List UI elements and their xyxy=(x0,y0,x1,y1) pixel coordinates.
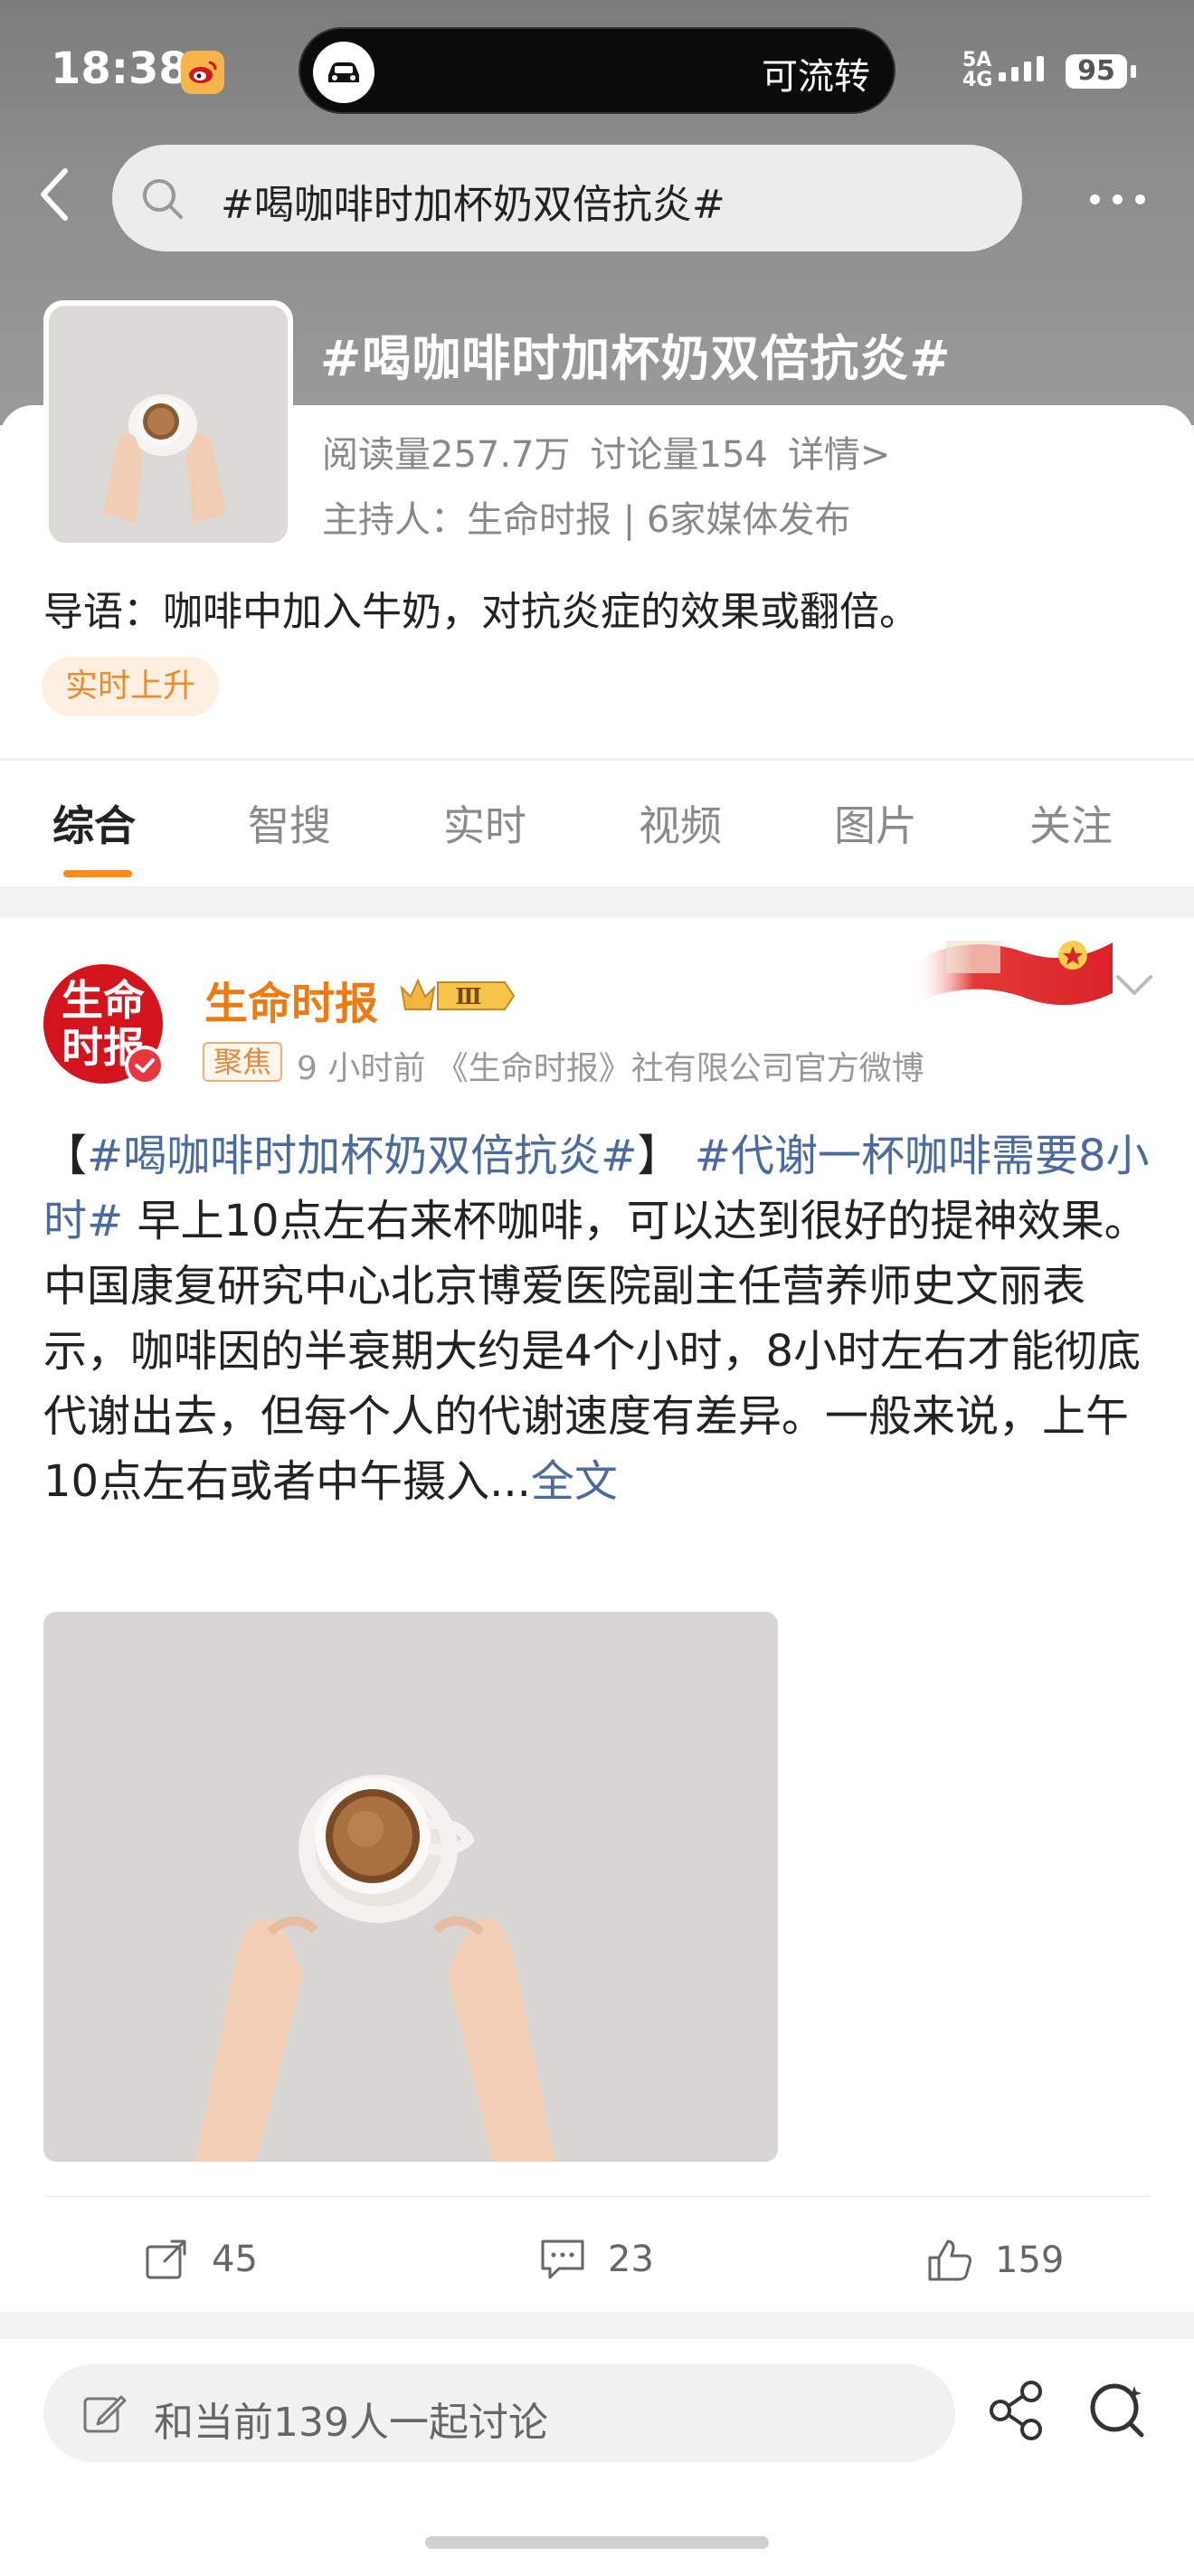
author-name[interactable]: 生命时报 xyxy=(204,968,378,1031)
search-input[interactable]: #喝咖啡时加杯奶双倍抗炎# xyxy=(221,172,725,230)
action-divider xyxy=(43,2196,1151,2197)
tab-realtime[interactable]: 实时 xyxy=(443,793,526,853)
signal-icon xyxy=(999,56,1044,81)
search-bar[interactable]: #喝咖啡时加杯奶双倍抗炎# xyxy=(112,145,1022,251)
topic-stats: 阅读量257.7万 讨论量154 详情> xyxy=(322,425,910,478)
repost-count: 45 xyxy=(212,2239,258,2280)
topic-guide: 导语：咖啡中加入牛奶，对抗炎症的效果或翻倍。 xyxy=(43,589,919,635)
details-link[interactable]: 详情> xyxy=(788,434,891,476)
verified-icon xyxy=(125,1046,165,1085)
search-icon xyxy=(143,179,183,219)
tab-pictures[interactable]: 图片 xyxy=(834,793,917,853)
super-search-icon[interactable] xyxy=(1085,2379,1149,2442)
full-text-link[interactable]: 全文 xyxy=(531,1456,618,1507)
bottom-bar: 和当前139人一起讨论 xyxy=(0,2339,1194,2576)
thumbs-up-icon xyxy=(928,2240,971,2281)
bracket-open: 【 xyxy=(43,1131,88,1181)
dynamic-island[interactable]: 可流转 xyxy=(298,27,896,114)
post-text: 【#喝咖啡时加杯奶双倍抗炎#】 #代谢一杯咖啡需要8小时# 早上10点左右来杯咖… xyxy=(43,1123,1156,1514)
member-crown-icon[interactable]: Ⅲ xyxy=(398,973,516,1018)
discuss-placeholder: 和当前139人一起讨论 xyxy=(154,2400,548,2446)
network-label: 5A 4G xyxy=(962,49,993,91)
bracket-close: 】 xyxy=(637,1131,681,1181)
like-count: 159 xyxy=(995,2240,1065,2281)
weibo-notification-icon xyxy=(181,51,224,94)
tab-following[interactable]: 关注 xyxy=(1029,793,1113,853)
active-tab-indicator xyxy=(63,870,132,877)
comment-icon xyxy=(541,2240,584,2279)
more-options-button[interactable] xyxy=(1076,181,1158,217)
comment-button[interactable]: 23 xyxy=(539,2238,654,2281)
share-icon[interactable] xyxy=(986,2379,1049,2442)
tab-smart-search[interactable]: 智搜 xyxy=(248,793,331,853)
level-badge-text: Ⅲ xyxy=(455,983,481,1009)
topic-title: #喝咖啡时加杯奶双倍抗炎# xyxy=(320,330,952,387)
post-meta: 9 小时前 《生命时报》社有限公司官方微博 xyxy=(297,1050,924,1087)
discussion-count: 讨论量154 xyxy=(590,434,768,476)
comment-count: 23 xyxy=(608,2239,654,2280)
car-icon xyxy=(313,42,374,103)
read-count: 阅读量257.7万 xyxy=(322,434,571,476)
discuss-input[interactable]: 和当前139人一起讨论 xyxy=(43,2364,955,2462)
flag-decoration-icon xyxy=(914,941,1113,1006)
hashtag-topic[interactable]: #喝咖啡时加杯奶双倍抗炎# xyxy=(87,1131,637,1181)
island-label: 可流转 xyxy=(762,56,870,98)
focus-tag: 聚焦 xyxy=(203,1042,283,1082)
edit-icon xyxy=(83,2395,127,2433)
tab-video[interactable]: 视频 xyxy=(639,793,722,853)
repost-icon xyxy=(146,2240,186,2279)
chevron-down-icon[interactable] xyxy=(1114,973,1154,997)
status-time: 18:38 xyxy=(51,43,189,94)
battery-tip xyxy=(1131,65,1136,78)
avatar-text-line1: 生命 xyxy=(62,976,145,1025)
repost-button[interactable]: 45 xyxy=(145,2238,258,2281)
post-image[interactable] xyxy=(43,1612,778,2162)
rising-badge: 实时上升 xyxy=(42,657,220,716)
topic-host[interactable]: 主持人：生命时报 | 6家媒体发布 xyxy=(322,490,850,543)
like-button[interactable]: 159 xyxy=(926,2238,1064,2283)
tab-bar: 综合 智搜 实时 视频 图片 关注 xyxy=(0,760,1194,886)
back-button[interactable] xyxy=(27,163,81,226)
post-card: 生命 时报 生命时报 Ⅲ 聚焦 9 小时前 《生命时报》社有限公司官方微博 【#喝… xyxy=(0,917,1194,2312)
battery-icon: 95 xyxy=(1066,54,1127,89)
home-indicator[interactable] xyxy=(425,2536,769,2549)
chevron-left-icon xyxy=(41,168,68,221)
tab-comprehensive[interactable]: 综合 xyxy=(52,793,136,853)
topic-cover-image xyxy=(43,300,293,548)
